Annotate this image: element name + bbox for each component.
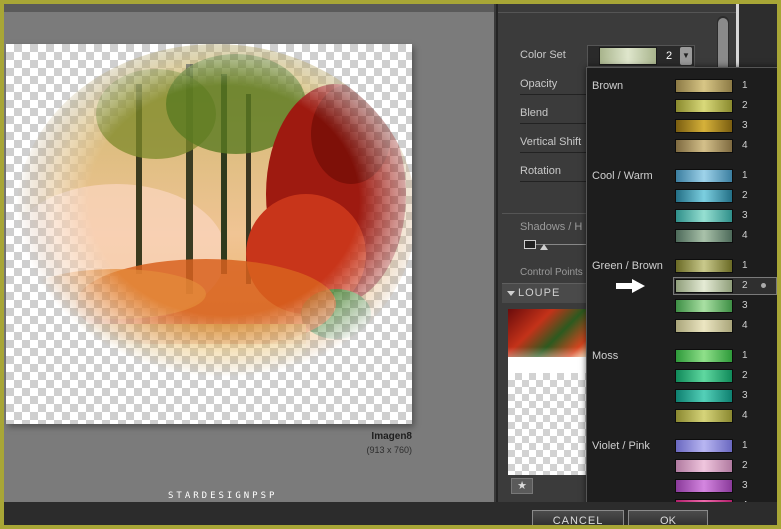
color-swatch-number: 3 [742, 480, 748, 491]
section-divider [502, 213, 588, 214]
color-swatch-number: 2 [742, 460, 748, 471]
color-swatch[interactable] [675, 439, 733, 453]
color-swatch-number: 1 [742, 260, 748, 271]
blend-label: Blend [520, 107, 549, 119]
loupe-preview [508, 309, 588, 475]
color-swatch-number: 1 [742, 170, 748, 181]
color-swatch[interactable] [675, 99, 733, 113]
color-swatch-number: 1 [742, 350, 748, 361]
cancel-button[interactable]: CANCEL [532, 510, 624, 525]
ok-button[interactable]: OK [628, 510, 708, 525]
control-points-label: Control Points [520, 267, 583, 278]
color-set-swatch[interactable] [599, 47, 657, 65]
rotation-label: Rotation [520, 165, 561, 177]
color-swatch[interactable] [675, 409, 733, 423]
color-swatch-number: 1 [742, 80, 748, 91]
preview-area: Imagen8 (913 x 760) [4, 4, 494, 502]
color-swatch-number: 2 [742, 280, 748, 291]
color-swatch[interactable] [675, 139, 733, 153]
color-group-label: Green / Brown [592, 260, 663, 272]
right-arrow-icon [616, 279, 645, 293]
window-frame: Imagen8 (913 x 760) Color Set 2 ▼ Opacit… [0, 0, 781, 529]
loupe-transparency [508, 373, 588, 475]
color-swatch[interactable] [675, 369, 733, 383]
color-swatch[interactable] [675, 459, 733, 473]
blend-divider [520, 123, 588, 124]
color-group-label: Moss [592, 350, 619, 362]
opacity-label: Opacity [520, 78, 558, 90]
shadows-label: Shadows / H [520, 221, 583, 233]
rotation-divider [520, 181, 588, 182]
panel-divider [498, 12, 738, 13]
collapse-triangle-icon[interactable] [507, 291, 515, 296]
color-swatch[interactable] [675, 259, 733, 273]
color-swatch-number: 2 [742, 190, 748, 201]
color-swatch-number: 4 [742, 320, 748, 331]
opacity-divider [520, 94, 588, 95]
color-swatch-number: 3 [742, 210, 748, 221]
color-swatch[interactable] [675, 229, 733, 243]
color-group-label: Violet / Pink [592, 440, 650, 452]
color-group-label: Cool / Warm [592, 170, 653, 182]
slider-caret-icon[interactable] [540, 244, 548, 250]
color-swatch[interactable] [675, 209, 733, 223]
pin-icon[interactable]: ★ [511, 478, 533, 494]
color-swatch[interactable] [675, 299, 733, 313]
watermark-text: STARDESIGNPSP [168, 491, 278, 501]
color-swatch[interactable] [675, 189, 733, 203]
color-swatch[interactable] [675, 119, 733, 133]
color-swatch-number: 4 [742, 230, 748, 241]
color-swatch-number: 2 [742, 100, 748, 111]
color-group-label: Brown [592, 80, 624, 92]
color-swatch[interactable] [675, 79, 733, 93]
color-swatch-number: 3 [742, 300, 748, 311]
color-swatch[interactable] [675, 479, 733, 493]
color-set-label: Color Set [520, 49, 566, 61]
selected-indicator-icon [761, 283, 766, 288]
color-swatch[interactable] [675, 169, 733, 183]
color-swatch-number: 4 [742, 140, 748, 151]
color-swatch-number: 3 [742, 390, 748, 401]
color-swatch-number: 4 [742, 410, 748, 421]
forest-image [6, 44, 412, 424]
image-dimensions: (913 x 760) [366, 445, 412, 455]
loupe-label[interactable]: LOUPE [518, 287, 560, 299]
vertical-shift-label: Vertical Shift [520, 136, 582, 148]
color-swatch-number: 2 [742, 370, 748, 381]
preview-top-strip [4, 4, 494, 12]
image-name: Imagen8 [371, 431, 412, 442]
color-swatch-number: 3 [742, 120, 748, 131]
color-swatch[interactable] [675, 319, 733, 333]
image-preview[interactable] [6, 44, 412, 424]
chevron-down-icon[interactable]: ▼ [680, 47, 692, 65]
shadows-slider-handle[interactable] [524, 240, 536, 249]
color-swatch-number: 1 [742, 440, 748, 451]
color-set-value[interactable]: 2 [660, 48, 678, 64]
color-swatch[interactable] [675, 279, 733, 293]
color-swatch[interactable] [675, 349, 733, 363]
vertical-shift-divider [520, 152, 588, 153]
color-swatch[interactable] [675, 389, 733, 403]
